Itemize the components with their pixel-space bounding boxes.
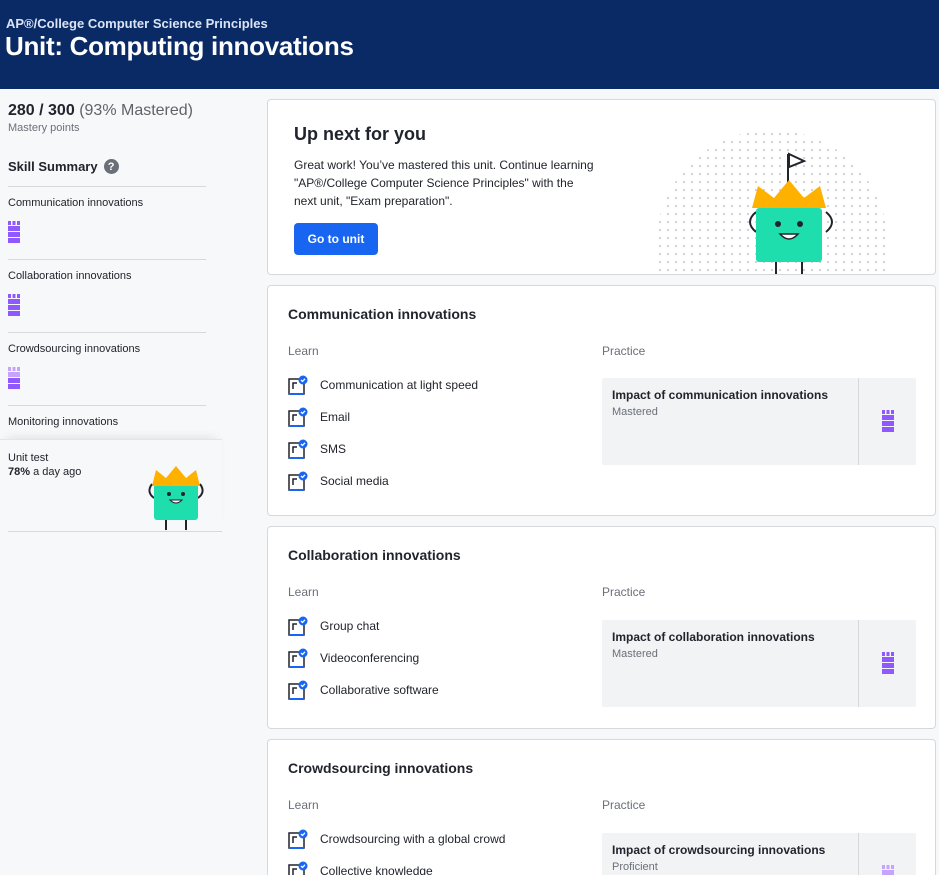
practice-title: Impact of crowdsourcing innovations xyxy=(612,843,826,857)
section-title[interactable]: Crowdsourcing innovations xyxy=(288,760,473,776)
article-complete-icon xyxy=(288,471,308,491)
up-next-title: Up next for you xyxy=(294,124,427,144)
practice-status: Proficient xyxy=(612,861,658,873)
section-card-communication: Communication innovations Learn Practice… xyxy=(267,285,936,516)
divider xyxy=(8,405,206,406)
article-complete-icon xyxy=(288,375,308,395)
practice-card[interactable]: Impact of crowdsourcing innovations Prof… xyxy=(602,833,916,875)
learn-item-label: Group chat xyxy=(320,619,380,633)
mastery-points-value: 280 / 300 xyxy=(8,102,75,119)
article-complete-icon xyxy=(288,616,308,636)
mastery-percent: (93% Mastered) xyxy=(79,102,194,119)
practice-card[interactable]: Impact of collaboration innovations Mast… xyxy=(602,620,916,707)
unit-header: AP®/College Computer Science Principles … xyxy=(0,0,939,89)
practice-label: Practice xyxy=(602,798,646,812)
learn-item[interactable]: Email xyxy=(288,406,350,428)
skill-item-collaboration[interactable]: Collaboration innovations xyxy=(8,270,132,282)
learn-label: Learn xyxy=(288,344,319,358)
learn-item[interactable]: Crowdsourcing with a global crowd xyxy=(288,828,505,850)
mastered-icon xyxy=(8,292,20,321)
section-title[interactable]: Communication innovations xyxy=(288,306,476,322)
divider xyxy=(858,620,859,707)
divider xyxy=(8,332,206,333)
learn-item-label: Communication at light speed xyxy=(320,378,479,392)
unit-test-score: 78% a day ago xyxy=(8,466,81,478)
learn-label: Learn xyxy=(288,798,319,812)
article-complete-icon xyxy=(288,861,308,875)
mastery-points-label: Mastery points xyxy=(8,122,80,134)
practice-title: Impact of collaboration innovations xyxy=(612,630,815,644)
skill-summary-label: Skill Summary xyxy=(8,159,98,174)
learn-item[interactable]: Videoconferencing xyxy=(288,647,419,669)
divider xyxy=(8,259,206,260)
up-next-card: Up next for you Great work! You’ve maste… xyxy=(267,99,936,275)
learn-item[interactable]: Social media xyxy=(288,470,389,492)
practice-label: Practice xyxy=(602,344,646,358)
article-complete-icon xyxy=(288,407,308,427)
proficient-icon xyxy=(8,365,20,394)
section-card-collaboration: Collaboration innovations Learn Practice… xyxy=(267,526,936,729)
practice-label: Practice xyxy=(602,585,646,599)
skill-summary-heading: Skill Summary ? xyxy=(8,159,119,174)
skill-item-crowdsourcing[interactable]: Crowdsourcing innovations xyxy=(8,343,140,355)
learn-item-label: Social media xyxy=(320,474,389,488)
page-title: Unit: Computing innovations xyxy=(5,31,354,61)
mastery-points: 280 / 300 (93% Mastered) xyxy=(8,102,193,120)
proficient-icon xyxy=(882,863,894,875)
section-card-crowdsourcing: Crowdsourcing innovations Learn Practice… xyxy=(267,739,936,875)
mascot-flag-icon xyxy=(742,150,842,281)
skill-item-communication[interactable]: Communication innovations xyxy=(8,197,143,209)
skill-item-monitoring[interactable]: Monitoring innovations xyxy=(8,416,118,428)
divider xyxy=(8,531,222,532)
learn-item[interactable]: Collective knowledge xyxy=(288,860,433,875)
learn-item-label: SMS xyxy=(320,442,347,456)
unit-test-label: Unit test xyxy=(8,452,49,464)
mastered-icon xyxy=(882,408,894,437)
learn-item-label: Crowdsourcing with a global crowd xyxy=(320,832,506,846)
learn-item[interactable]: SMS xyxy=(288,438,346,460)
course-breadcrumb[interactable]: AP®/College Computer Science Principles xyxy=(6,16,268,31)
learn-item-label: Videoconferencing xyxy=(320,651,420,665)
learn-item-label: Email xyxy=(320,410,351,424)
article-complete-icon xyxy=(288,439,308,459)
unit-test-card[interactable]: Unit test 78% a day ago xyxy=(0,439,222,531)
practice-status: Mastered xyxy=(612,406,658,418)
learn-item[interactable]: Collaborative software xyxy=(288,679,439,701)
divider xyxy=(858,833,859,875)
up-next-text: Great work! You’ve mastered this unit. C… xyxy=(294,158,594,208)
learn-item[interactable]: Communication at light speed xyxy=(288,374,478,396)
go-to-unit-button[interactable]: Go to unit xyxy=(294,223,378,255)
practice-status: Mastered xyxy=(612,648,658,660)
divider xyxy=(858,378,859,465)
article-complete-icon xyxy=(288,680,308,700)
learn-item-label: Collaborative software xyxy=(320,683,439,697)
help-icon[interactable]: ? xyxy=(103,159,119,174)
article-complete-icon xyxy=(288,829,308,849)
mastered-icon xyxy=(882,650,894,679)
mascot-icon xyxy=(144,462,208,537)
learn-item-label: Collective knowledge xyxy=(320,864,433,875)
learn-label: Learn xyxy=(288,585,319,599)
divider xyxy=(8,186,206,187)
practice-card[interactable]: Impact of communication innovations Mast… xyxy=(602,378,916,465)
unit-test-percent: 78% xyxy=(8,466,31,478)
sidebar: 280 / 300 (93% Mastered) Mastery points … xyxy=(0,89,250,875)
practice-title: Impact of communication innovations xyxy=(612,388,829,402)
learn-item[interactable]: Group chat xyxy=(288,615,379,637)
article-complete-icon xyxy=(288,648,308,668)
mastered-icon xyxy=(8,219,20,248)
section-title[interactable]: Collaboration innovations xyxy=(288,547,461,563)
unit-test-when: a day ago xyxy=(30,466,82,478)
